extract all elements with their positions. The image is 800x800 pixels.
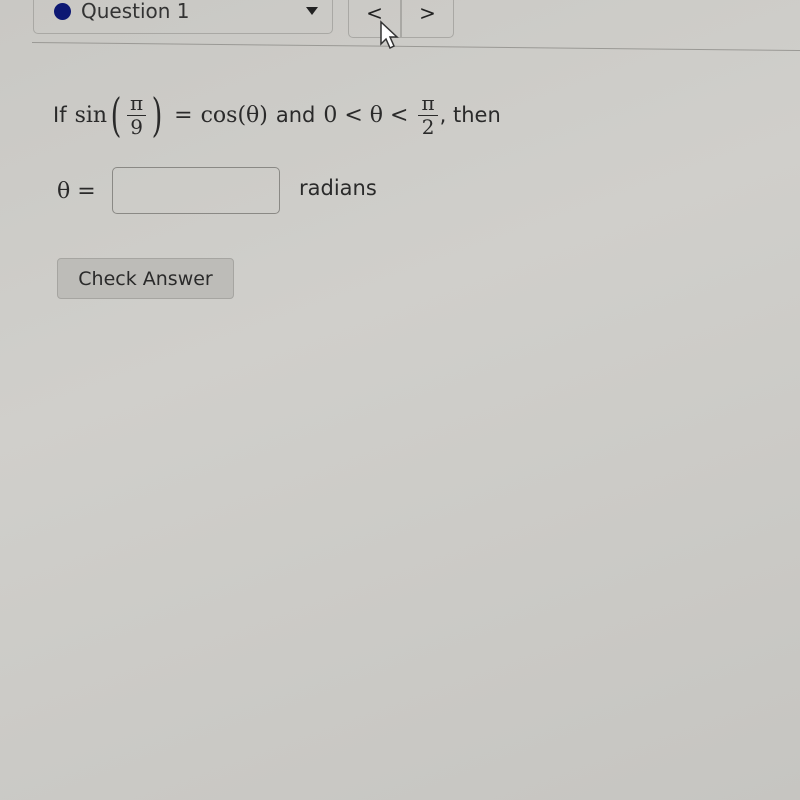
- left-paren: (: [110, 88, 122, 142]
- fraction-numerator: π: [418, 91, 438, 116]
- next-question-button[interactable]: >: [401, 0, 454, 38]
- and-text: and: [275, 103, 316, 127]
- question-suffix: , then: [439, 103, 501, 127]
- caret-down-icon: [306, 7, 318, 15]
- equals-sign: =: [174, 102, 193, 128]
- right-paren: ): [151, 88, 163, 142]
- fraction-denominator: 2: [421, 114, 435, 139]
- bound-fraction: π 2: [418, 91, 438, 139]
- answer-input[interactable]: [112, 167, 280, 214]
- check-answer-button[interactable]: Check Answer: [57, 258, 234, 299]
- sin-argument-fraction: π 9: [127, 91, 147, 139]
- question-status-dot: [54, 2, 71, 20]
- fraction-denominator: 9: [130, 114, 143, 139]
- inequality: 0 < θ <: [323, 102, 409, 128]
- question-selector-label: Question 1: [81, 0, 190, 23]
- answer-variable: θ =: [57, 178, 96, 204]
- question-prefix: If: [53, 103, 67, 127]
- question-text: If sin ( π 9 ) = cos(θ) and 0 < θ < π 2 …: [53, 82, 501, 148]
- cos-expression: cos(θ): [200, 102, 268, 128]
- header-divider: [31, 42, 800, 52]
- mouse-cursor-icon: [380, 20, 399, 50]
- unit-label: radians: [299, 176, 377, 200]
- sin-function: sin: [74, 102, 108, 128]
- question-selector[interactable]: Question 1: [33, 0, 333, 34]
- chevron-right-icon: >: [419, 1, 436, 25]
- fraction-numerator: π: [127, 91, 147, 116]
